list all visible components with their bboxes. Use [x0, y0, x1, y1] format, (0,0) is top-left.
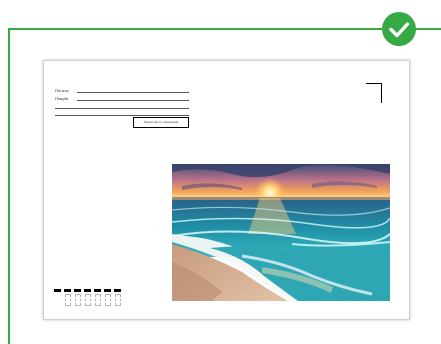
zip-digit-cell — [65, 294, 71, 306]
zip-digit-cell — [75, 294, 81, 306]
beach-sunset-image — [172, 164, 390, 301]
index-box-label: Индекс места отправления — [143, 120, 179, 124]
zip-marker — [54, 289, 61, 292]
address-label: Откуда — [55, 96, 69, 101]
zip-marker — [74, 289, 81, 292]
zip-digit-cell — [95, 294, 101, 306]
envelope-preview[interactable]: От кого Откуда Индекс места отправления — [43, 60, 410, 320]
from-label: От кого — [55, 88, 70, 93]
sender-line: От кого — [55, 87, 195, 94]
address-line — [55, 108, 189, 109]
zip-marker — [84, 289, 91, 292]
zip-digit-cell — [85, 294, 91, 306]
zip-marker — [114, 289, 121, 292]
zip-marker — [104, 289, 111, 292]
zip-digit-cell — [105, 294, 111, 306]
address-line — [55, 115, 189, 116]
stamp-corner — [366, 83, 382, 103]
zip-digit-cell — [115, 294, 121, 306]
zip-marker — [64, 289, 71, 292]
checkmark-icon[interactable] — [382, 12, 416, 46]
sender-address-line: Откуда — [55, 95, 195, 102]
sender-index-box: Индекс места отправления — [133, 117, 189, 128]
zip-marker — [94, 289, 101, 292]
